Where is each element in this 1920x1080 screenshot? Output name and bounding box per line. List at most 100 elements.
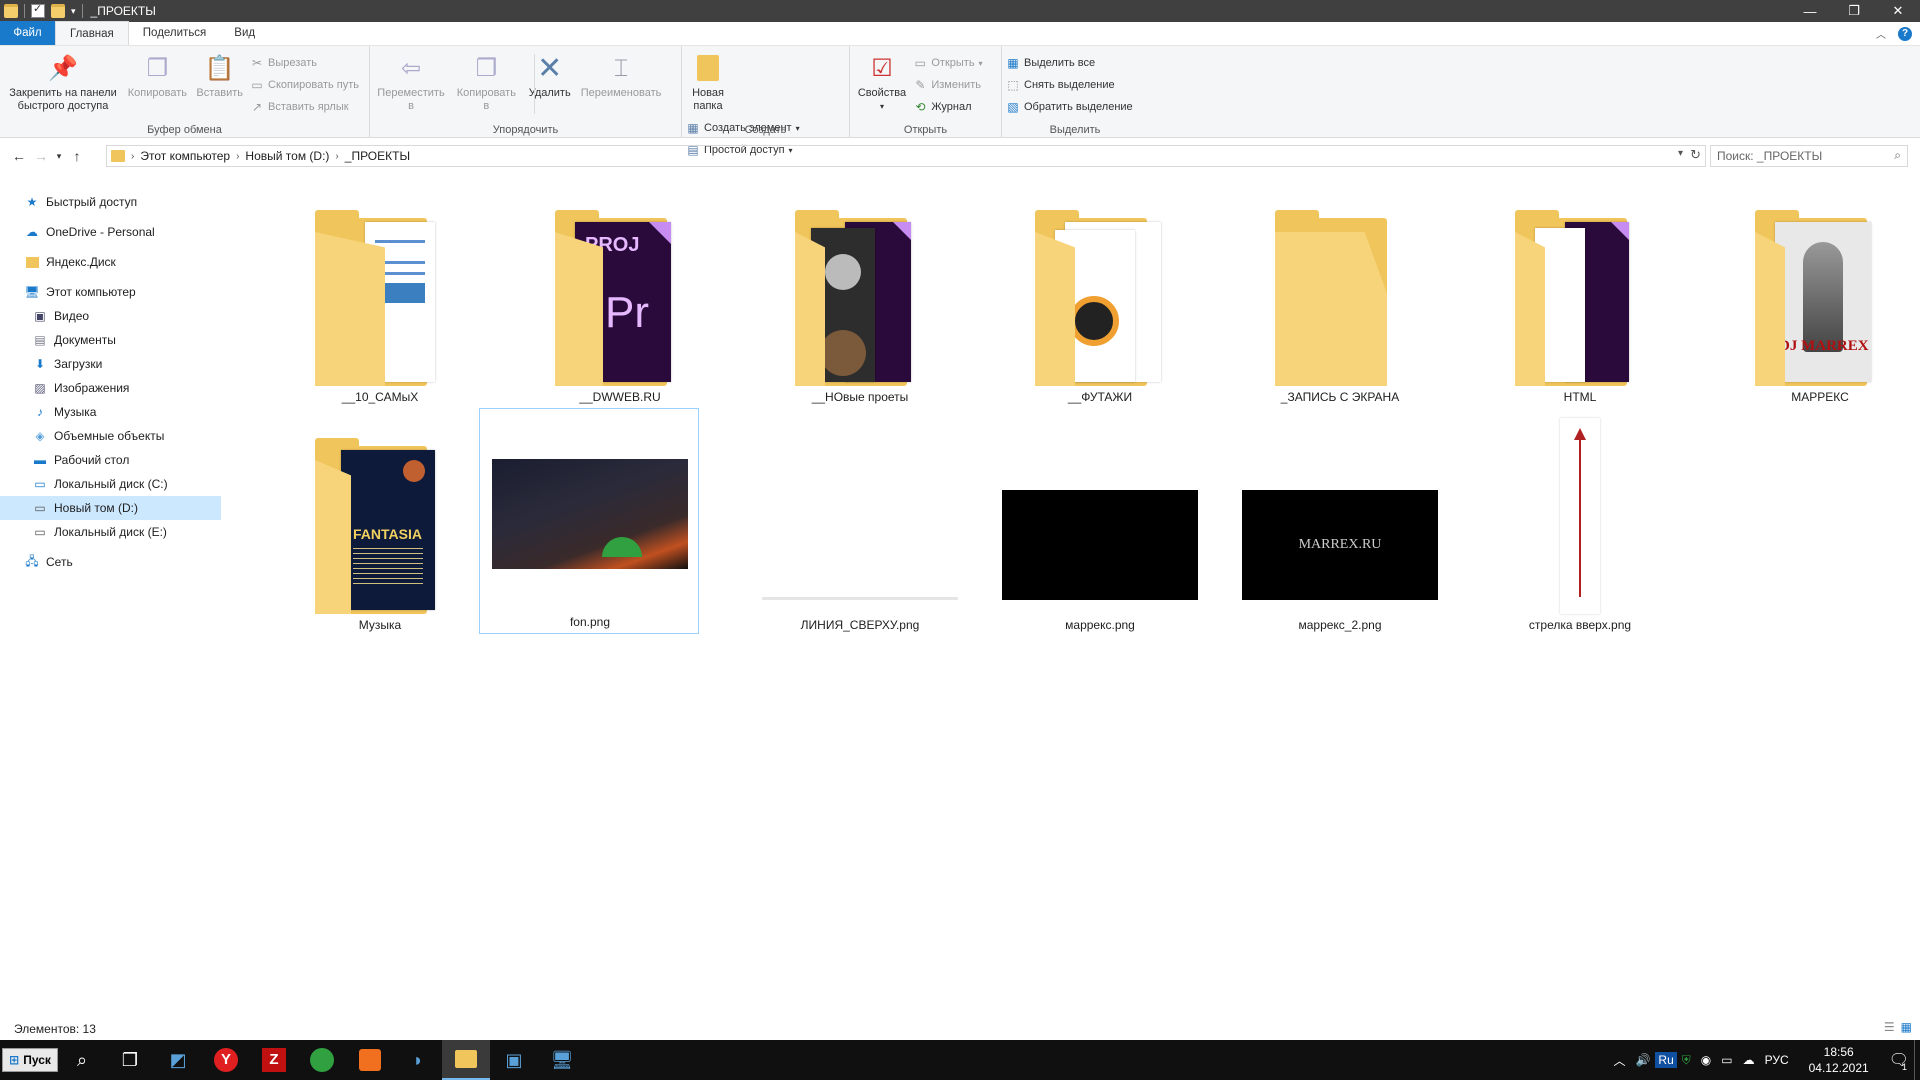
folder-icon: FANTASIA xyxy=(305,438,455,614)
nav-drive-e[interactable]: ▭ Локальный диск (E:) xyxy=(0,520,222,544)
chevron-down-icon[interactable]: ▾ xyxy=(1678,148,1683,159)
nav-quick-access[interactable]: ★ Быстрый доступ xyxy=(0,190,222,214)
folder-item[interactable]: __НОвые проеты xyxy=(750,190,970,416)
notifications-icon[interactable]: 🗨 1 xyxy=(1884,1050,1914,1072)
breadcrumb-drive-d[interactable]: Новый том (D:) xyxy=(239,149,335,163)
yandex-browser-icon[interactable]: Y xyxy=(202,1040,250,1080)
pin-quick-access-button[interactable]: 📌 Закрепить на панели быстрого доступа xyxy=(4,50,122,115)
rename-icon: ⌶ xyxy=(613,54,629,82)
recent-locations-button[interactable]: ▾ xyxy=(52,145,66,167)
nav-downloads[interactable]: ⬇ Загрузки xyxy=(0,352,222,376)
invert-selection-button[interactable]: ▧ Обратить выделение xyxy=(1006,98,1132,116)
refresh-icon[interactable]: ↻ xyxy=(1690,147,1701,163)
search-input[interactable]: Поиск: _ПРОЕКТЫ ⌕ xyxy=(1710,145,1908,167)
up-button[interactable]: ↑ xyxy=(66,145,88,167)
nav-documents[interactable]: ▤ Документы xyxy=(0,328,222,352)
file-item[interactable]: стрелка вверх.png xyxy=(1470,418,1690,644)
cloud-icon[interactable]: ☁ xyxy=(1738,1053,1760,1067)
maximize-button[interactable]: ❐ xyxy=(1832,0,1876,22)
copy-to-button[interactable]: ❐ Копировать в xyxy=(451,50,521,115)
file-item[interactable]: ЛИНИЯ_СВЕРХУ.png xyxy=(750,418,970,644)
network-icon[interactable]: ▭ xyxy=(1716,1053,1737,1067)
properties-icon[interactable] xyxy=(31,2,45,18)
task-view-icon[interactable]: ❐ xyxy=(106,1040,154,1080)
nav-3d-objects[interactable]: ◈ Объемные объекты xyxy=(0,424,222,448)
file-item[interactable]: MARREX.RU маррекс_2.png xyxy=(1230,418,1450,644)
folder-item[interactable]: _ЗАПИСЬ С ЭКРАНА xyxy=(1230,190,1450,416)
sublime-text-icon[interactable] xyxy=(346,1040,394,1080)
paste-button[interactable]: 📋 Вставить xyxy=(193,50,247,102)
nav-onedrive[interactable]: ☁ OneDrive - Personal xyxy=(0,220,222,244)
nav-pictures[interactable]: ▨ Изображения xyxy=(0,376,222,400)
filezilla-icon[interactable]: Z xyxy=(250,1040,298,1080)
cut-button[interactable]: ✂ Вырезать xyxy=(250,54,359,72)
qat-dropdown-icon[interactable]: ▾ xyxy=(71,6,76,17)
edge-icon[interactable]: ◗ xyxy=(394,1040,442,1080)
folder-item[interactable]: __10_САМыХ xyxy=(270,190,490,416)
chevron-up-icon[interactable]: ︿ xyxy=(1608,1052,1630,1069)
folder-item[interactable]: FANTASIA Музыка xyxy=(270,418,490,644)
tab-file[interactable]: Файл xyxy=(0,21,55,45)
app-window-icon[interactable]: ▣ xyxy=(490,1040,538,1080)
nav-drive-d[interactable]: ▭ Новый том (D:) xyxy=(0,496,221,520)
large-icons-view-icon[interactable]: ▦ xyxy=(1901,1020,1912,1034)
copy-button[interactable]: ❐ Копировать xyxy=(125,50,189,102)
close-button[interactable]: ✕ xyxy=(1876,0,1920,22)
app-icon[interactable]: ◩ xyxy=(154,1040,202,1080)
shield-icon[interactable]: ⛨ xyxy=(1677,1053,1696,1068)
edit-button[interactable]: ✎ Изменить xyxy=(913,76,982,94)
folder-item[interactable]: DJ MARREX МАРРЕКС xyxy=(1710,190,1920,416)
clock[interactable]: 18:56 04.12.2021 xyxy=(1794,1044,1884,1076)
show-desktop-button[interactable] xyxy=(1914,1040,1920,1080)
file-list: __10_САМыХ PROJ Pr __DWWEB.RU __НОвые пр… xyxy=(270,190,1920,1010)
open-icon: ▭ xyxy=(914,56,927,70)
delete-button[interactable]: ✕ Удалить xyxy=(525,50,575,102)
tab-view[interactable]: Вид xyxy=(220,21,269,45)
start-button[interactable]: ⊞ Пуск xyxy=(2,1048,58,1072)
nav-desktop[interactable]: ▬ Рабочий стол xyxy=(0,448,222,472)
breadcrumb-this-pc[interactable]: Этот компьютер xyxy=(134,149,236,163)
new-folder-button[interactable]: Новая папка xyxy=(686,50,730,115)
folder-item[interactable]: HTML xyxy=(1470,190,1690,416)
collapse-ribbon-icon[interactable]: ︿ xyxy=(1876,26,1886,41)
address-bar[interactable]: › Этот компьютер › Новый том (D:) › _ПРО… xyxy=(106,145,1706,167)
move-to-button[interactable]: ⇦ Переместить в xyxy=(374,50,448,115)
paste-shortcut-button[interactable]: ↗ Вставить ярлык xyxy=(250,98,359,116)
nav-videos[interactable]: ▣ Видео xyxy=(0,304,222,328)
folder-item[interactable]: __ФУТАЖИ xyxy=(990,190,1210,416)
copy-path-button[interactable]: ▭ Скопировать путь xyxy=(250,76,359,94)
antivirus-icon[interactable]: ◉ xyxy=(1696,1053,1716,1067)
folder-icon xyxy=(1505,210,1655,386)
file-item[interactable]: маррекс.png xyxy=(990,418,1210,644)
nav-yandex-disk[interactable]: Яндекс.Диск xyxy=(0,250,222,274)
folder-item[interactable]: PROJ Pr __DWWEB.RU xyxy=(510,190,730,416)
breadcrumb-projects[interactable]: _ПРОЕКТЫ xyxy=(339,149,416,163)
minimize-button[interactable]: — xyxy=(1788,0,1832,22)
tab-home[interactable]: Главная xyxy=(55,21,129,45)
nav-this-pc[interactable]: 🖥 Этот компьютер xyxy=(0,280,222,304)
forward-button[interactable]: → xyxy=(30,145,52,167)
help-icon[interactable]: ? xyxy=(1898,26,1912,41)
nav-drive-c[interactable]: ▭ Локальный диск (C:) xyxy=(0,472,222,496)
green-app-icon[interactable] xyxy=(298,1040,346,1080)
input-language[interactable]: РУС xyxy=(1760,1053,1794,1067)
select-all-button[interactable]: ▦ Выделить все xyxy=(1006,54,1133,72)
nav-music[interactable]: ♪ Музыка xyxy=(0,400,222,424)
file-item-selected[interactable]: fon.png xyxy=(479,408,699,634)
back-button[interactable]: ← xyxy=(8,145,30,167)
volume-icon[interactable]: 🔊 xyxy=(1630,1053,1655,1067)
nav-network[interactable]: 🖧 Сеть xyxy=(0,550,222,574)
open-button[interactable]: ▭ Открыть ▾ xyxy=(913,54,983,72)
details-view-icon[interactable]: ☰ xyxy=(1884,1020,1895,1034)
file-explorer-icon[interactable] xyxy=(442,1040,490,1080)
remote-desktop-icon[interactable]: 🖥 xyxy=(538,1040,586,1080)
select-none-button[interactable]: ⬚ Снять выделение xyxy=(1006,76,1133,94)
history-button[interactable]: ⟲ Журнал xyxy=(913,98,982,116)
new-folder-icon[interactable] xyxy=(51,4,65,18)
properties-button[interactable]: ☑ Свойства ▾ xyxy=(854,50,910,115)
rename-button[interactable]: ⌶ Переименовать xyxy=(578,50,664,102)
language-badge[interactable]: Ru xyxy=(1655,1052,1677,1068)
tab-share[interactable]: Поделиться xyxy=(129,21,221,45)
search-icon[interactable]: ⌕ xyxy=(1894,148,1901,163)
search-icon[interactable]: ⌕ xyxy=(58,1040,106,1080)
